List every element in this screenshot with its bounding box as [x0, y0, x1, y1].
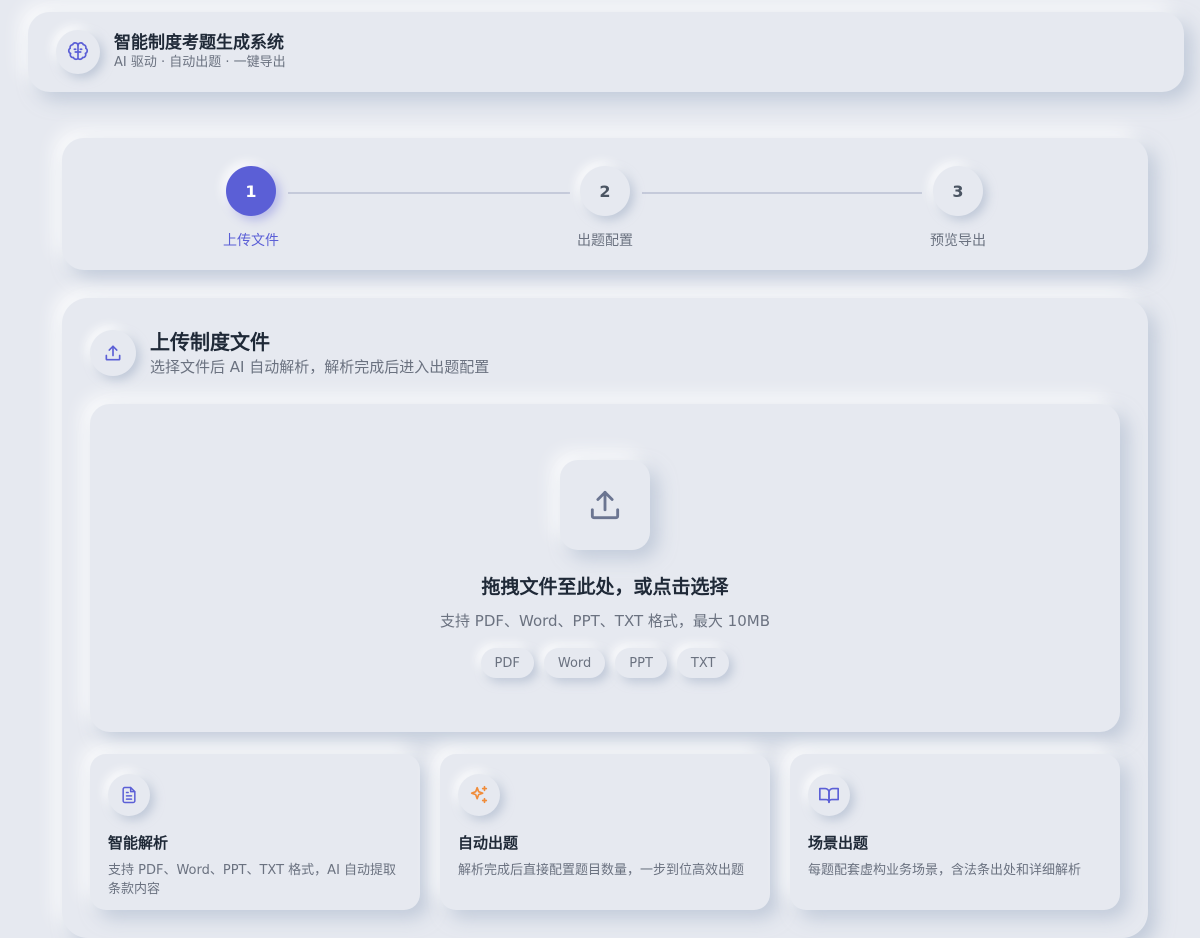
- format-chip-pdf: PDF: [480, 648, 534, 678]
- step-label: 预览导出: [930, 233, 986, 249]
- step-connector: [288, 192, 570, 194]
- brain-icon: [56, 30, 100, 74]
- feature-title: 智能解析: [108, 834, 169, 852]
- step-label: 上传文件: [223, 233, 279, 249]
- feature-title: 自动出题: [458, 834, 519, 852]
- progress-stepper: 1 上传文件 2 出题配置 3 预览导出: [62, 138, 1148, 270]
- format-chip-word: Word: [543, 648, 606, 678]
- sparkles-icon: [458, 774, 500, 816]
- app-header: 智能制度考题生成系统 AI 驱动 · 自动出题 · 一键导出: [28, 12, 1184, 92]
- step-number: 1: [226, 166, 276, 216]
- file-dropzone[interactable]: 拖拽文件至此处，或点击选择 支持 PDF、Word、PPT、TXT 格式，最大 …: [90, 404, 1120, 732]
- format-chip-txt: TXT: [676, 648, 730, 678]
- step-label: 出题配置: [577, 233, 633, 249]
- upload-section-header: 上传制度文件 选择文件后 AI 自动解析，解析完成后进入出题配置: [90, 330, 489, 376]
- upload-card: 上传制度文件 选择文件后 AI 自动解析，解析完成后进入出题配置 拖拽文件至此处…: [62, 298, 1148, 938]
- format-chip-ppt: PPT: [615, 648, 667, 678]
- step-3[interactable]: 3 预览导出: [898, 166, 1018, 250]
- app-subtitle: AI 驱动 · 自动出题 · 一键导出: [114, 55, 286, 70]
- step-1[interactable]: 1 上传文件: [191, 166, 311, 250]
- feature-desc: 每题配套虚构业务场景，含法条出处和详细解析: [808, 863, 1082, 878]
- upload-icon: [560, 460, 650, 550]
- step-2[interactable]: 2 出题配置: [545, 166, 665, 250]
- format-chips: PDF Word PPT TXT: [90, 648, 1120, 678]
- document-icon: [108, 774, 150, 816]
- feature-card-auto: 自动出题 解析完成后直接配置题目数量，一步到位高效出题: [440, 754, 770, 910]
- feature-cards: 智能解析 支持 PDF、Word、PPT、TXT 格式，AI 自动提取条款内容 …: [90, 754, 1120, 910]
- section-title: 上传制度文件: [150, 330, 270, 354]
- feature-desc: 解析完成后直接配置题目数量，一步到位高效出题: [458, 863, 745, 878]
- feature-title: 场景出题: [808, 834, 869, 852]
- book-icon: [808, 774, 850, 816]
- step-number: 2: [580, 166, 630, 216]
- step-number: 3: [933, 166, 983, 216]
- feature-card-scenario: 场景出题 每题配套虚构业务场景，含法条出处和详细解析: [790, 754, 1120, 910]
- feature-desc: 支持 PDF、Word、PPT、TXT 格式，AI 自动提取条款内容: [108, 863, 397, 897]
- dropzone-subtitle: 支持 PDF、Word、PPT、TXT 格式，最大 10MB: [440, 612, 770, 630]
- upload-icon: [90, 330, 136, 376]
- dropzone-title: 拖拽文件至此处，或点击选择: [481, 576, 729, 598]
- step-connector: [642, 192, 922, 194]
- section-subtitle: 选择文件后 AI 自动解析，解析完成后进入出题配置: [150, 358, 490, 376]
- feature-card-parse: 智能解析 支持 PDF、Word、PPT、TXT 格式，AI 自动提取条款内容: [90, 754, 420, 910]
- app-title: 智能制度考题生成系统: [114, 33, 284, 53]
